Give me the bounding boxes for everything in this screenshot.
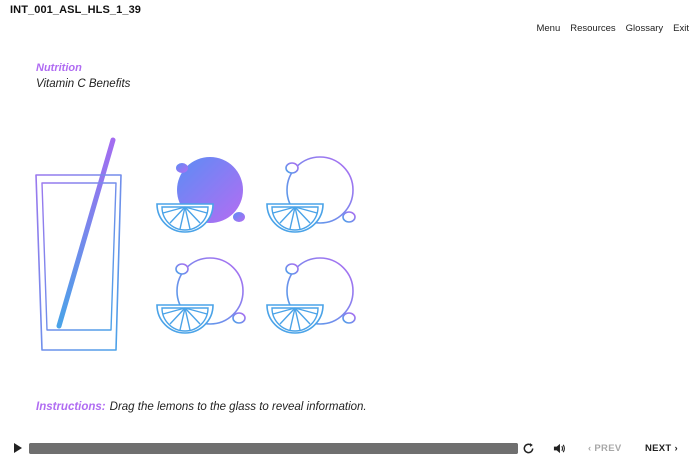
progress-bar[interactable] [29, 443, 518, 454]
lemon-2[interactable] [266, 156, 356, 233]
replay-icon[interactable] [522, 442, 535, 455]
instructions-label: Instructions: [36, 401, 106, 413]
progress-fill [29, 443, 518, 454]
next-button[interactable]: NEXT › [645, 443, 678, 454]
resources-link[interactable]: Resources [570, 23, 615, 34]
drag-drop-stage [35, 137, 356, 351]
menu-link[interactable]: Menu [536, 23, 560, 34]
prev-label: PREV [594, 443, 622, 454]
lemon-4[interactable] [266, 257, 356, 334]
chevron-right-icon: › [674, 443, 678, 454]
player-bar: ‹ PREV NEXT › [0, 436, 700, 462]
prev-button[interactable]: ‹ PREV [588, 443, 622, 454]
exit-link[interactable]: Exit [673, 23, 689, 34]
straw [56, 137, 116, 329]
volume-icon[interactable] [553, 442, 566, 455]
module-title: Nutrition [36, 62, 82, 74]
play-icon[interactable] [14, 443, 22, 453]
instructions: Instructions: Drag the lemons to the glas… [36, 401, 367, 413]
top-nav: Menu Resources Glossary Exit [536, 23, 689, 34]
lemon-1[interactable] [156, 157, 245, 233]
instructions-text: Drag the lemons to the glass to reveal i… [109, 401, 367, 413]
course-id: INT_001_ASL_HLS_1_39 [10, 4, 142, 16]
glass-drop-target[interactable] [35, 137, 122, 351]
next-label: NEXT [645, 443, 672, 454]
lemon-3[interactable] [156, 257, 246, 334]
chevron-left-icon: ‹ [588, 443, 592, 454]
page-subtitle: Vitamin C Benefits [36, 78, 131, 90]
glossary-link[interactable]: Glossary [626, 23, 663, 34]
